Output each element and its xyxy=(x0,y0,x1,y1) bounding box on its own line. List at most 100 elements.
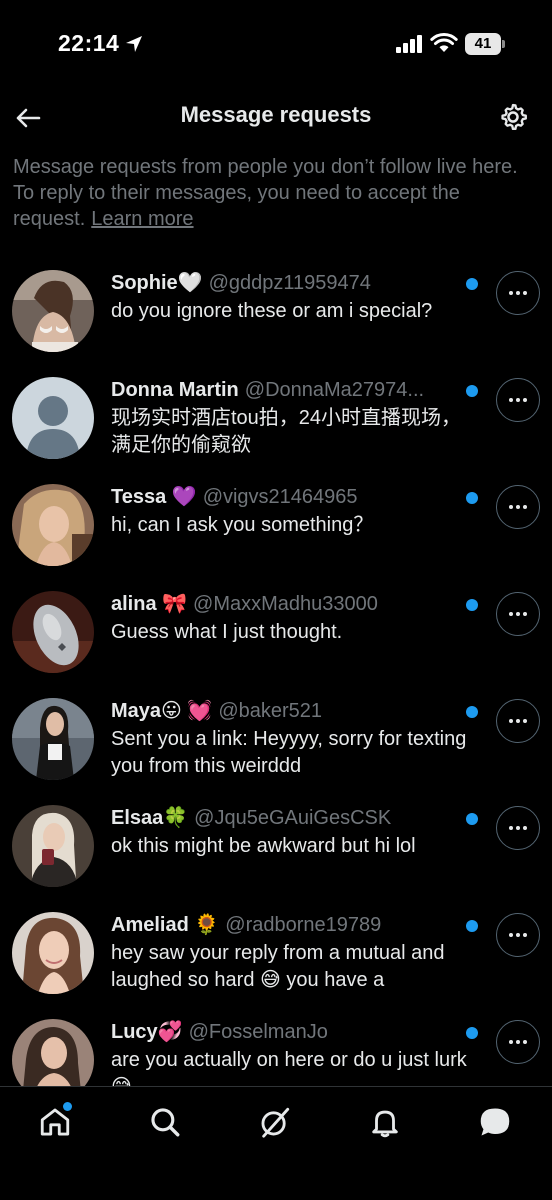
more-dot xyxy=(523,612,527,616)
more-dot xyxy=(509,505,513,509)
more-options-button[interactable] xyxy=(496,913,540,957)
home-notification-dot xyxy=(63,1102,72,1111)
more-dot xyxy=(523,826,527,830)
sender-line: Ameliad 🌻 @radborne19789 xyxy=(111,912,461,938)
more-options-button[interactable] xyxy=(496,699,540,743)
sender-name: Tessa 💜 xyxy=(111,486,197,508)
avatar xyxy=(12,270,94,352)
sender-handle: @DonnaMa27974... xyxy=(244,379,425,401)
learn-more-link[interactable]: Learn more xyxy=(91,208,193,230)
unread-dot xyxy=(466,492,478,504)
message-request-row[interactable]: Ameliad 🌻 @radborne19789 hey saw your rep… xyxy=(0,902,552,1009)
sender-name: Sophie🤍 xyxy=(111,272,203,294)
more-options-button[interactable] xyxy=(496,378,540,422)
more-dot xyxy=(516,1040,520,1044)
grok-icon xyxy=(261,1107,290,1138)
more-dot xyxy=(523,505,527,509)
more-dot xyxy=(516,398,520,402)
more-dot xyxy=(523,1040,527,1044)
sender-handle: @vigvs21464965 xyxy=(202,486,358,508)
unread-dot xyxy=(466,1027,478,1039)
tab-messages[interactable] xyxy=(467,1099,523,1145)
sender-name: Elsaa🍀 xyxy=(111,807,189,829)
more-dot xyxy=(516,505,520,509)
more-dot xyxy=(516,612,520,616)
tab-grok[interactable] xyxy=(247,1099,303,1145)
sender-line: Tessa 💜 @vigvs21464965 xyxy=(111,484,461,510)
unread-dot xyxy=(466,920,478,932)
more-dot xyxy=(509,826,513,830)
tab-notifications[interactable] xyxy=(357,1099,413,1145)
sender-name: Ameliad 🌻 xyxy=(111,914,220,936)
sender-name: alina 🎀 xyxy=(111,593,188,615)
intro-description: Message requests from people you don’t f… xyxy=(13,156,518,230)
message-preview: 现场实时酒店tou拍，24小时直播现场，满足你的偷窥欲 xyxy=(111,407,462,456)
sender-handle: @MaxxMadhu33000 xyxy=(193,593,378,615)
more-dot xyxy=(516,291,520,295)
message-icon xyxy=(480,1108,510,1136)
more-dot xyxy=(523,291,527,295)
more-options-button[interactable] xyxy=(496,1020,540,1064)
page-title: Message requests xyxy=(180,102,372,127)
avatar xyxy=(12,698,94,780)
tab-search[interactable] xyxy=(137,1099,193,1145)
default-avatar-icon xyxy=(12,377,94,459)
more-dot xyxy=(516,933,520,937)
avatar xyxy=(12,591,94,673)
battery-nub xyxy=(502,40,505,48)
sender-handle: @radborne19789 xyxy=(225,914,382,936)
more-dot xyxy=(509,398,513,402)
sender-line: Lucy💞 @FosselmanJo xyxy=(111,1019,461,1045)
header: Message requests xyxy=(0,90,552,144)
message-request-row[interactable]: Donna Martin @DonnaMa27974... 现场实时酒店tou拍，… xyxy=(0,367,552,474)
sender-name: Maya😛 💓 xyxy=(111,700,213,722)
settings-button[interactable] xyxy=(494,98,532,136)
message-request-row[interactable]: Tessa 💜 @vigvs21464965 hi, can I ask you … xyxy=(0,474,552,581)
message-preview: hi, can I ask you something？ xyxy=(111,514,374,536)
sender-handle: @gddpz11959474 xyxy=(208,272,371,294)
message-request-row[interactable]: Elsaa🍀 @Jqu5eGAuiGesCSK ok this might be … xyxy=(0,795,552,902)
sender-handle: @FosselmanJo xyxy=(188,1021,328,1043)
sender-line: alina 🎀 @MaxxMadhu33000 xyxy=(111,591,461,617)
search-icon xyxy=(151,1108,180,1137)
more-dot xyxy=(509,291,513,295)
more-dot xyxy=(509,612,513,616)
unread-dot xyxy=(466,278,478,290)
tab-home[interactable] xyxy=(27,1099,83,1145)
more-options-button[interactable] xyxy=(496,271,540,315)
sender-name: Lucy💞 xyxy=(111,1021,183,1043)
unread-dot xyxy=(466,706,478,718)
more-dot xyxy=(509,1040,513,1044)
sender-handle: @Jqu5eGAuiGesCSK xyxy=(194,807,392,829)
message-preview: do you ignore these or am i special? xyxy=(111,300,433,322)
battery-indicator: 41 xyxy=(465,33,505,55)
intro-text: Message requests from people you don’t f… xyxy=(13,154,533,232)
message-request-row[interactable]: Maya😛 💓 @baker521 Sent you a link: Heyyyy… xyxy=(0,688,552,795)
more-options-button[interactable] xyxy=(496,485,540,529)
more-dot xyxy=(509,933,513,937)
sender-handle: @baker521 xyxy=(218,700,323,722)
battery-level: 41 xyxy=(474,35,492,52)
more-options-button[interactable] xyxy=(496,806,540,850)
gear-icon xyxy=(501,103,527,131)
sender-line: Donna Martin @DonnaMa27974... xyxy=(111,377,461,403)
message-preview: Sent you a link: Heyyyy, sorry for texti… xyxy=(111,728,467,777)
message-preview: are you actually on here or do u just lu… xyxy=(111,1049,467,1086)
sender-line: Sophie🤍 @gddpz11959474 xyxy=(111,270,461,296)
more-dot xyxy=(516,826,520,830)
more-options-button[interactable] xyxy=(496,592,540,636)
sender-name: Donna Martin xyxy=(111,379,239,401)
avatar xyxy=(12,484,94,566)
location-arrow-icon xyxy=(126,36,142,52)
unread-dot xyxy=(466,385,478,397)
unread-dot xyxy=(466,599,478,611)
message-preview: hey saw your reply from a mutual and lau… xyxy=(111,942,445,991)
message-request-row[interactable]: Lucy💞 @FosselmanJo are you actually on he… xyxy=(0,1009,552,1086)
message-request-row[interactable]: alina 🎀 @MaxxMadhu33000 Guess what I just… xyxy=(0,581,552,688)
message-preview: Guess what I just thought. xyxy=(111,621,343,643)
more-dot xyxy=(516,719,520,723)
more-dot xyxy=(523,398,527,402)
avatar xyxy=(12,805,94,887)
message-request-row[interactable]: Sophie🤍 @gddpz11959474 do you ignore thes… xyxy=(0,260,552,367)
status-time: 22:14 xyxy=(58,30,120,56)
